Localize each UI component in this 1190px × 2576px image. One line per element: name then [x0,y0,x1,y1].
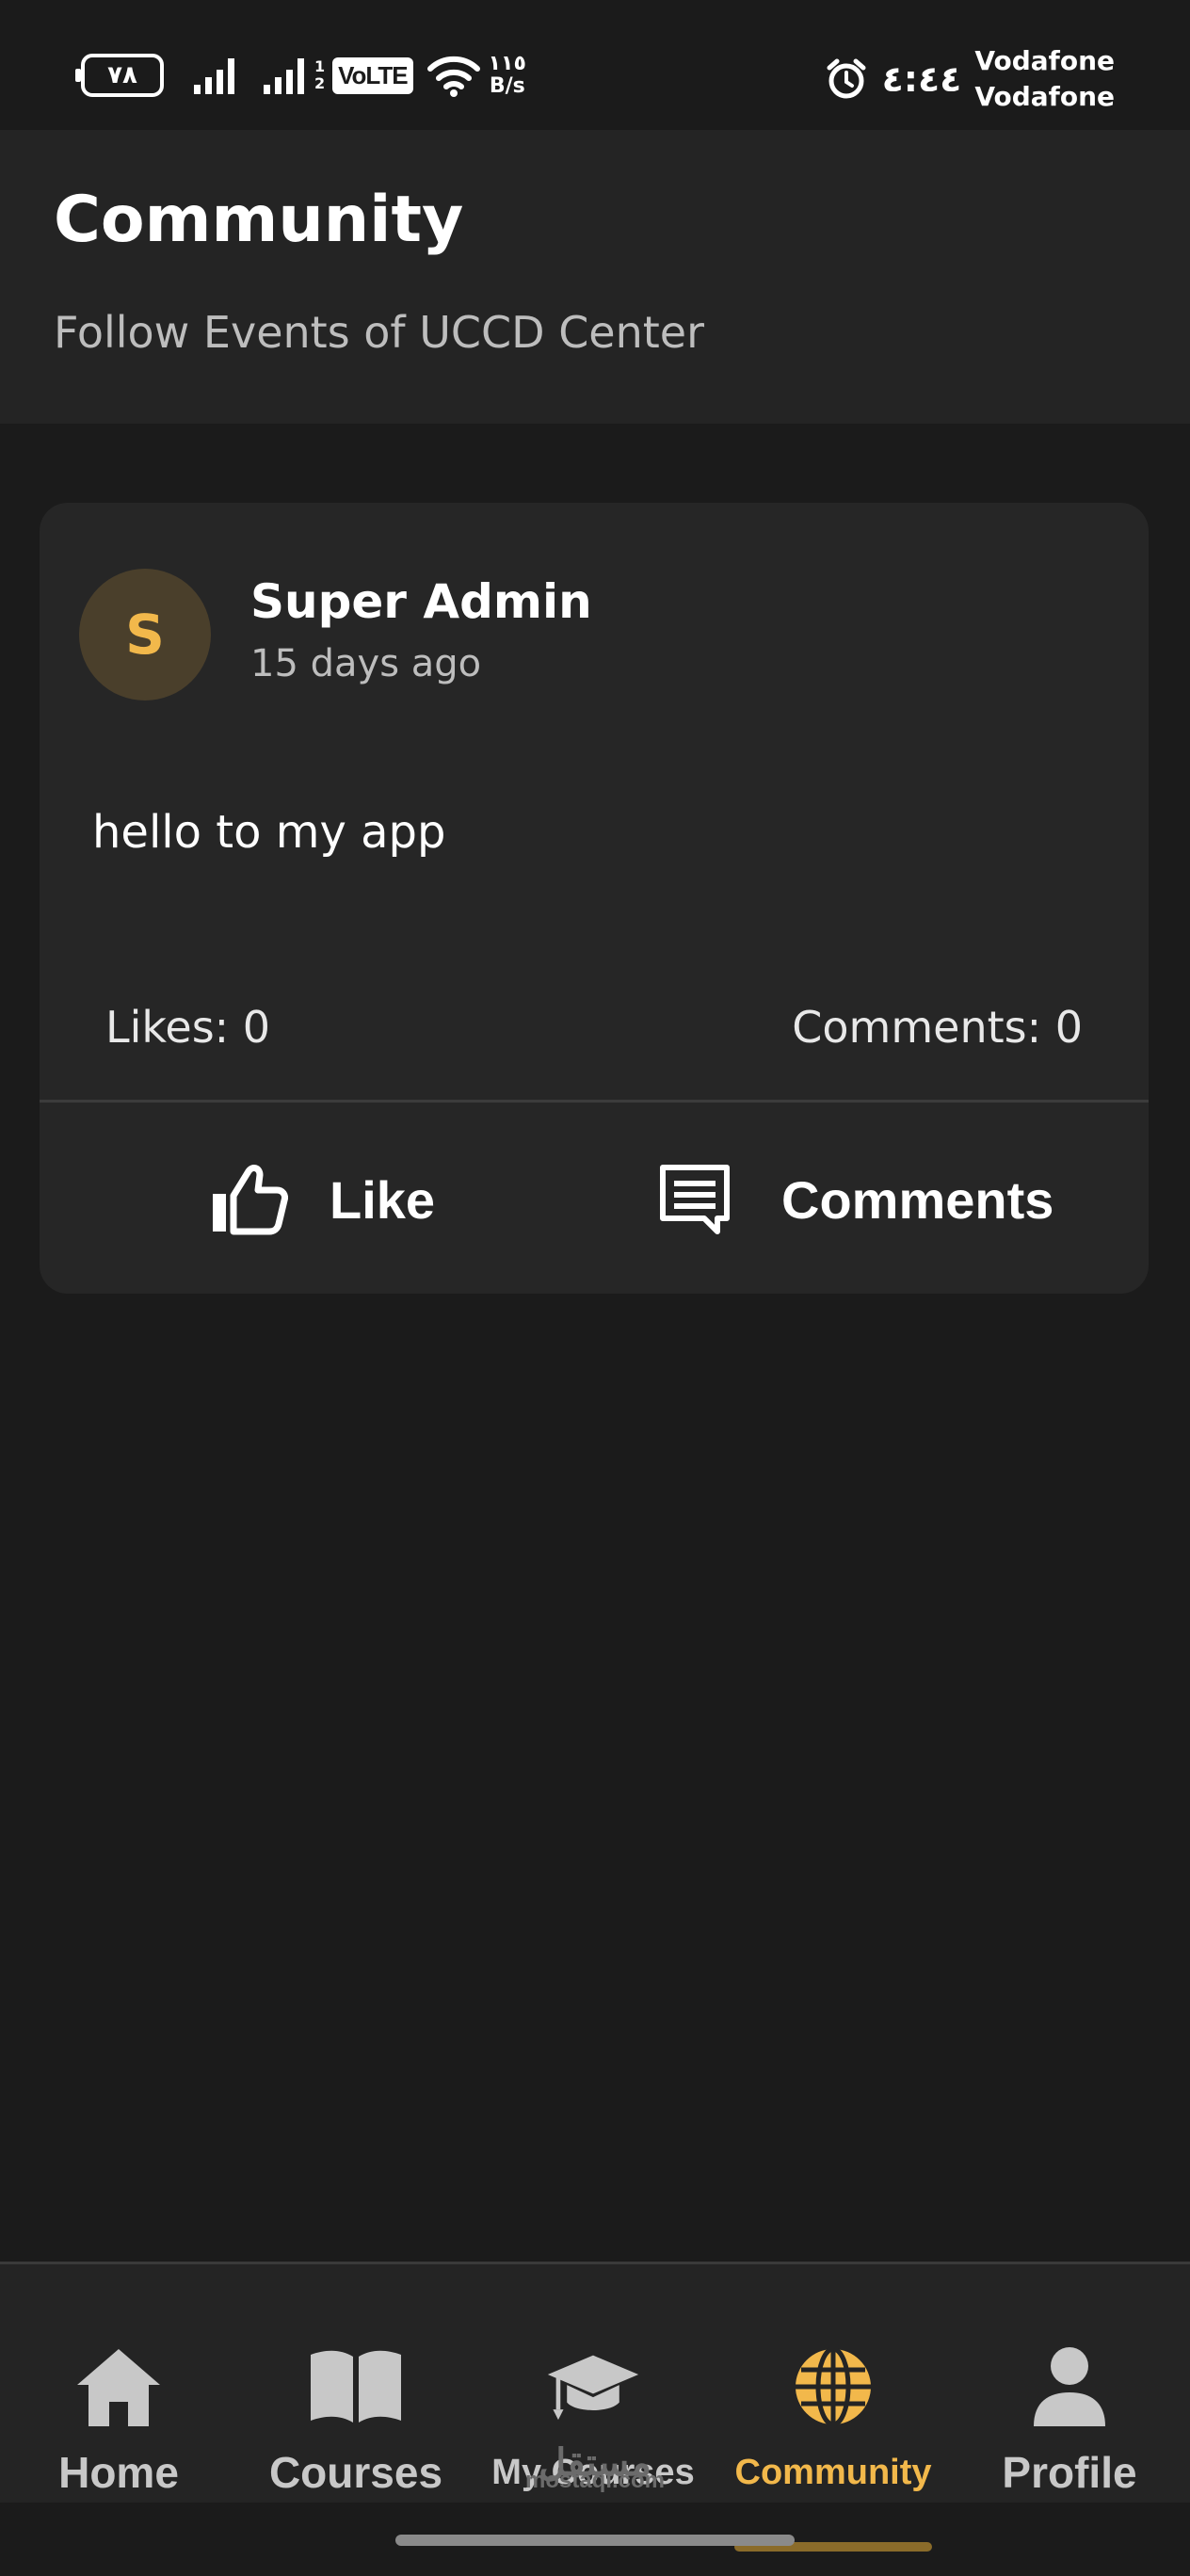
status-right: ٤:٤٤ Vodafone Vodafone [824,43,1115,115]
signal-icon [194,58,234,94]
avatar[interactable]: S [79,569,211,700]
post-card: S Super Admin 15 days ago hello to my ap… [40,503,1149,1294]
likes-count: Likes: 0 [105,1002,271,1053]
home-icon [72,2340,166,2434]
card-divider [40,1100,1149,1103]
comments-button[interactable]: Comments [655,1124,1053,1275]
globe-icon [786,2340,880,2434]
signal-icon-sim2 [264,58,304,94]
network-speed-unit: B/s [489,74,525,98]
avatar-initial: S [125,603,165,667]
carrier-2: Vodafone [974,81,1115,112]
thumbs-up-icon [209,1160,288,1239]
battery-level: ٧٨ [107,61,137,89]
post-author[interactable]: Super Admin [250,574,592,629]
gesture-handle[interactable] [395,2535,795,2546]
book-icon [309,2340,403,2434]
bottom-navigation: Home Courses My Courses Community Profil… [0,2262,1190,2503]
network-speed-value: ١١٥ [488,52,526,75]
wifi-icon [426,56,480,97]
status-time: ٤:٤٤ [881,58,962,100]
comments-label: Comments [781,1169,1054,1230]
post-timestamp: 15 days ago [250,642,482,685]
comment-icon [655,1160,734,1239]
sim-number-1: 1 [314,57,326,75]
carrier-1: Vodafone [974,45,1115,76]
sim-number-2: 2 [314,74,326,92]
page-subtitle: Follow Events of UCCD Center [54,307,705,358]
network-speed: ١١٥ B/s [489,53,526,98]
status-left: ٧٨ 1 2 VoLTE ١١٥ B/s [75,49,526,102]
watermark-site: mostaql.com [524,2468,666,2493]
community-screen: ٧٨ 1 2 VoLTE ١١٥ B/s ٤:٤٤ Vodafone Vodaf… [0,0,1190,2576]
page-title: Community [54,183,464,257]
like-button[interactable]: Like [209,1124,435,1275]
post-body: hello to my app [92,806,446,859]
like-label: Like [330,1169,436,1230]
graduation-cap-icon [546,2340,640,2434]
status-bar: ٧٨ 1 2 VoLTE ١١٥ B/s ٤:٤٤ Vodafone Vodaf… [0,0,1190,130]
page-header: Community Follow Events of UCCD Center [0,130,1190,424]
alarm-icon [827,58,866,99]
battery-icon: ٧٨ [75,54,164,97]
volte-badge: VoLTE [332,56,413,94]
carrier-names: Vodafone Vodafone [974,43,1115,115]
user-icon [1022,2340,1117,2434]
system-gesture-area [0,2503,1190,2576]
sim-numbers: 1 2 [314,58,325,92]
comments-count: Comments: 0 [792,1002,1083,1053]
